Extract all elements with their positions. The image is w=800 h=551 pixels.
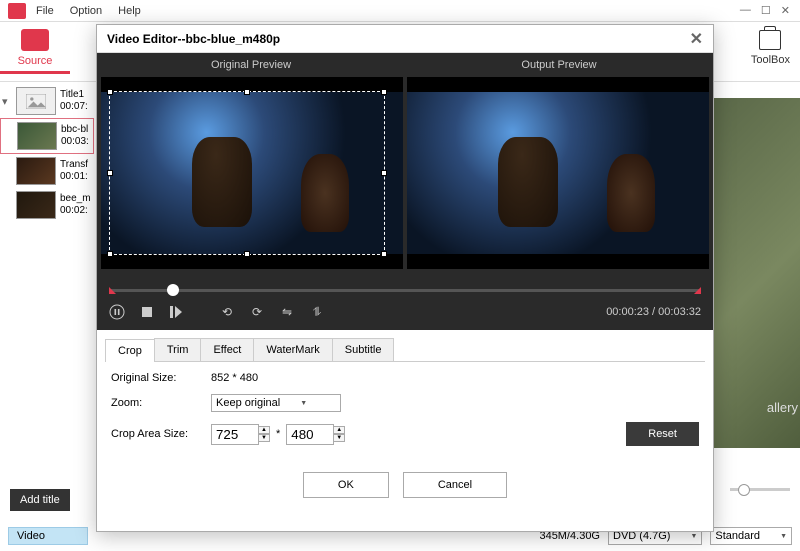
- tab-watermark[interactable]: WaterMark: [253, 338, 332, 361]
- crop-handle[interactable]: [381, 170, 387, 176]
- preview-area: Original Preview Output Preview: [97, 53, 713, 330]
- clip-row[interactable]: ▾ Title100:07:: [0, 84, 94, 118]
- tab-effect[interactable]: Effect: [200, 338, 254, 361]
- video-editor-dialog: Video Editor--bbc-blue_m480p ✕ Original …: [96, 24, 714, 532]
- close-app-icon[interactable]: ✕: [781, 4, 790, 17]
- clip-thumbnail: [16, 191, 56, 219]
- clip-row[interactable]: bee_m00:02:: [0, 188, 94, 222]
- clip-thumbnail: [17, 122, 57, 150]
- spin-down-icon[interactable]: ▼: [333, 434, 345, 442]
- dialog-titlebar: Video Editor--bbc-blue_m480p ✕: [97, 25, 713, 53]
- crop-handle[interactable]: [107, 170, 113, 176]
- toolbox-icon: [759, 30, 781, 50]
- ok-button[interactable]: OK: [303, 472, 389, 498]
- crop-handle[interactable]: [381, 251, 387, 257]
- volume-slider[interactable]: [730, 488, 790, 491]
- dialog-title: Video Editor--bbc-blue_m480p: [107, 32, 280, 46]
- tab-toolbox-label: ToolBox: [751, 54, 790, 66]
- quality-dropdown[interactable]: Standard: [710, 527, 792, 545]
- rotate-left-icon[interactable]: ⟲: [219, 304, 235, 320]
- timeline-track[interactable]: [109, 289, 701, 292]
- rotate-right-icon[interactable]: ⟳: [249, 304, 265, 320]
- clip-row[interactable]: Transf00:01:: [0, 154, 94, 188]
- out-marker[interactable]: [694, 287, 701, 294]
- star-separator: *: [276, 428, 280, 440]
- spin-up-icon[interactable]: ▲: [258, 426, 270, 434]
- tab-source[interactable]: Source: [0, 29, 70, 74]
- menu-help[interactable]: Help: [118, 5, 141, 17]
- clip-thumbnail: [16, 87, 56, 115]
- clip-time: 00:03:: [61, 136, 89, 148]
- output-preview: [407, 77, 709, 269]
- zoom-label: Zoom:: [111, 397, 211, 409]
- crop-area-label: Crop Area Size:: [111, 428, 211, 440]
- spin-down-icon[interactable]: ▼: [258, 434, 270, 442]
- in-marker[interactable]: [109, 287, 116, 294]
- original-size-value: 852 * 480: [211, 372, 258, 384]
- original-size-label: Original Size:: [111, 372, 211, 384]
- background-preview: [710, 98, 800, 448]
- clip-time: 00:07:: [60, 101, 88, 113]
- clip-name: bee_m: [60, 193, 91, 205]
- crop-handle[interactable]: [107, 251, 113, 257]
- crop-handle[interactable]: [107, 89, 113, 95]
- maximize-icon[interactable]: ☐: [761, 4, 771, 17]
- pause-icon[interactable]: [109, 304, 125, 320]
- add-title-button[interactable]: Add title: [10, 489, 70, 511]
- crop-handle[interactable]: [244, 251, 250, 257]
- reset-button[interactable]: Reset: [626, 422, 699, 446]
- minimize-icon[interactable]: —: [740, 4, 751, 17]
- gallery-text: allery: [767, 400, 798, 415]
- clip-row[interactable]: bbc-bl00:03:: [0, 118, 94, 154]
- menubar: File Option Help — ☐ ✕: [0, 0, 800, 22]
- crop-handle[interactable]: [244, 89, 250, 95]
- source-icon: [21, 29, 49, 51]
- step-icon[interactable]: [169, 304, 185, 320]
- crop-handle[interactable]: [381, 89, 387, 95]
- tab-trim[interactable]: Trim: [154, 338, 202, 361]
- close-icon[interactable]: ✕: [690, 29, 703, 49]
- clip-time: 00:02:: [60, 205, 91, 217]
- video-cell[interactable]: Video: [8, 527, 88, 545]
- menu-option[interactable]: Option: [70, 5, 102, 17]
- zoom-dropdown[interactable]: Keep original: [211, 394, 341, 412]
- timeline: ⟲ ⟳ ⇋ ⥮ 00:00:23 / 00:03:32: [97, 273, 713, 330]
- output-preview-label: Output Preview: [405, 53, 713, 77]
- time-display: 00:00:23 / 00:03:32: [606, 306, 701, 318]
- editor-tabs: Crop Trim Effect WaterMark Subtitle: [105, 338, 705, 362]
- original-preview-label: Original Preview: [97, 53, 405, 77]
- crop-width-input[interactable]: [211, 424, 259, 445]
- clip-name: Title1: [60, 89, 88, 101]
- clip-time: 00:01:: [60, 171, 88, 183]
- playhead[interactable]: [167, 284, 179, 296]
- clip-list: ▾ Title100:07: bbc-bl00:03: Transf00:01:…: [0, 84, 94, 222]
- flip-vertical-icon[interactable]: ⥮: [309, 304, 325, 320]
- cancel-button[interactable]: Cancel: [403, 472, 507, 498]
- tab-toolbox[interactable]: ToolBox: [751, 30, 790, 66]
- menu-file[interactable]: File: [36, 5, 54, 17]
- spin-up-icon[interactable]: ▲: [333, 426, 345, 434]
- clip-name: bbc-bl: [61, 124, 89, 136]
- tab-subtitle[interactable]: Subtitle: [332, 338, 395, 361]
- original-preview[interactable]: [101, 77, 403, 269]
- stop-icon[interactable]: [139, 304, 155, 320]
- tab-crop[interactable]: Crop: [105, 339, 155, 362]
- crop-height-input[interactable]: [286, 424, 334, 445]
- crop-box[interactable]: [109, 91, 385, 255]
- app-logo: [8, 3, 26, 19]
- clip-thumbnail: [16, 157, 56, 185]
- chevron-down-icon[interactable]: ▾: [2, 95, 12, 108]
- clip-name: Transf: [60, 159, 88, 171]
- tab-source-label: Source: [0, 55, 70, 67]
- flip-horizontal-icon[interactable]: ⇋: [279, 304, 295, 320]
- crop-fields: Original Size: 852 * 480 Zoom: Keep orig…: [97, 362, 713, 466]
